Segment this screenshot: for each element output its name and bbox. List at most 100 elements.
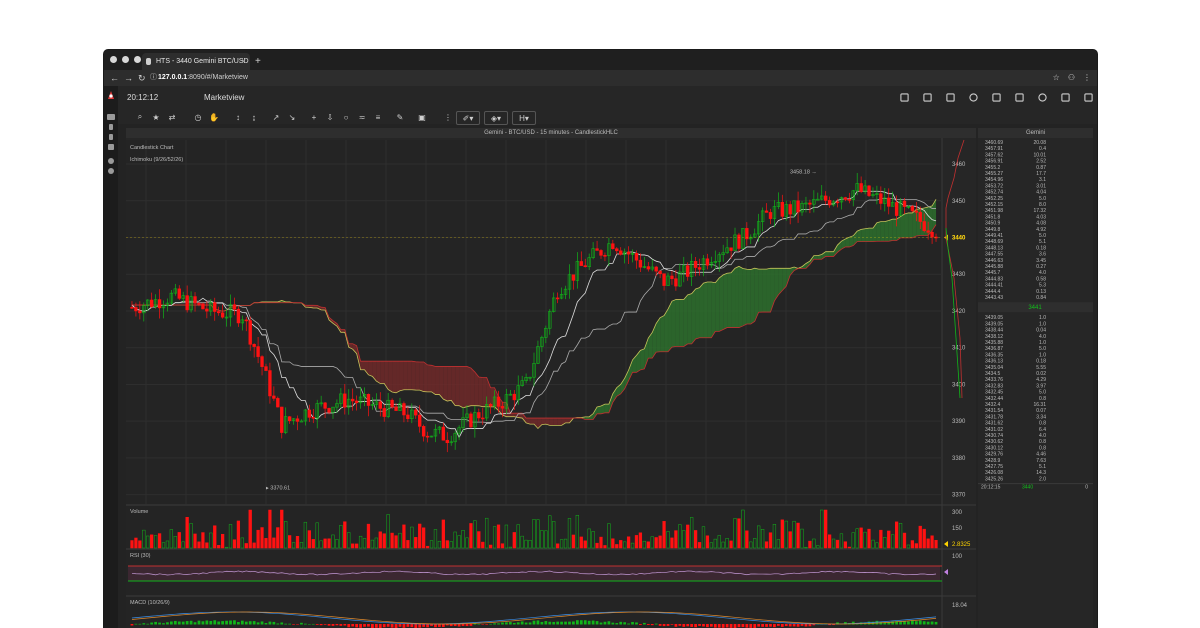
pen-icon[interactable]: ✎ <box>392 111 408 123</box>
volume-label: Volume <box>130 509 148 515</box>
orderbook-table[interactable]: 3460.69 20.08 3457.91 0.4 3457.62 10.01 3456.9… <box>978 138 1093 628</box>
video-icon[interactable]: ▣ <box>414 111 430 123</box>
price-chart[interactable]: 3460345034403430342034103400339033803370… <box>126 138 976 628</box>
volume-bar <box>150 534 154 549</box>
browser-menu-icon[interactable]: ⋮ <box>1083 72 1091 84</box>
add-label-icon[interactable]: ↨ <box>246 111 262 123</box>
macd-histogram-bar <box>201 621 205 625</box>
inbox-icon[interactable] <box>1061 93 1070 102</box>
orderbook-panel[interactable]: Gemini 3460.69 20.08 3457.91 0.4 3457.62 10.0… <box>978 128 1093 628</box>
macd-histogram-bar <box>737 624 741 628</box>
volume-bar <box>236 520 241 549</box>
favorite-star-icon[interactable]: ★ <box>148 111 164 123</box>
ichimoku-cloud-segment <box>419 361 424 392</box>
macd-histogram-bar <box>666 624 670 626</box>
trendline-icon[interactable]: ≂ <box>354 111 370 123</box>
macd-histogram-bar <box>280 622 284 625</box>
macd-histogram-bar <box>248 621 252 625</box>
macd-histogram-bar <box>804 624 808 627</box>
bid-qty: 0.04 <box>1036 328 1046 334</box>
fill-dropdown[interactable]: ◈▾ <box>484 111 508 125</box>
ichimoku-cloud-segment <box>703 282 708 338</box>
close-window-button[interactable] <box>110 56 117 63</box>
tag-icon[interactable] <box>923 93 932 102</box>
crosshair-icon[interactable]: + <box>306 111 322 123</box>
monitor-icon[interactable] <box>107 114 115 120</box>
send-icon[interactable] <box>992 93 1001 102</box>
macd-histogram-bar <box>166 622 169 625</box>
brush-dropdown[interactable]: ✐▾ <box>456 111 480 125</box>
layout-icon[interactable] <box>946 93 955 102</box>
forward-icon[interactable]: → <box>124 72 133 84</box>
ask-qty: 0.18 <box>1036 245 1046 251</box>
user-icon[interactable] <box>108 158 114 164</box>
candle-body <box>414 409 418 416</box>
clock-icon[interactable]: ◷ <box>190 111 206 123</box>
volume-bar <box>311 539 315 549</box>
bell-icon[interactable] <box>969 93 978 102</box>
tab-close-icon[interactable]: × <box>241 53 246 70</box>
ichimoku-cloud-segment <box>427 364 432 392</box>
minimize-window-button[interactable] <box>122 56 129 63</box>
volume-bar <box>599 536 603 549</box>
buy-arrow-icon[interactable]: ↗ <box>268 111 284 123</box>
url-field[interactable]: 127.0.0.1:8090/#/Marketview <box>158 72 248 84</box>
map-icon[interactable] <box>900 93 909 102</box>
new-tab-button[interactable]: + <box>255 53 261 70</box>
candle-body <box>658 270 662 275</box>
swap-icon[interactable]: ⇄ <box>164 111 180 123</box>
ask-price: 3445.88 <box>985 264 1003 270</box>
macd-histogram-bar <box>493 623 496 625</box>
pin-icon[interactable] <box>109 124 113 130</box>
bookmark-star-icon[interactable]: ☆ <box>1053 72 1060 84</box>
macd-histogram-bar <box>607 621 611 625</box>
volume-bar <box>638 532 643 549</box>
volume-bar <box>355 543 359 549</box>
candle-body <box>922 221 926 232</box>
macd-histogram-bar <box>402 624 406 628</box>
volume-bar <box>272 537 276 549</box>
reload-icon[interactable]: ↻ <box>138 72 146 84</box>
bid-price: 3432.4 <box>985 402 1001 408</box>
history-icon[interactable] <box>1038 93 1047 102</box>
macd-histogram-bar <box>185 621 189 625</box>
candle-body <box>421 426 426 437</box>
macd-histogram-bar <box>481 624 485 625</box>
macd-histogram-bar <box>639 624 642 625</box>
candle-body <box>477 412 481 419</box>
sell-arrow-icon[interactable]: ↘ <box>284 111 300 123</box>
macd-histogram-bar <box>268 621 272 625</box>
ask-price: 3452.74 <box>985 190 1003 196</box>
connect-icon[interactable] <box>108 144 114 150</box>
macd-histogram-bar <box>418 624 422 628</box>
logout-icon[interactable] <box>1084 93 1093 102</box>
macd-histogram-bar <box>378 624 382 628</box>
ask-price: 3449.8 <box>985 227 1001 233</box>
ichimoku-cloud-segment <box>869 228 873 242</box>
volume-bar <box>295 535 300 549</box>
coins-icon[interactable] <box>1015 93 1024 102</box>
add-marker-icon[interactable]: ↕ <box>230 111 246 123</box>
macd-histogram-bar <box>595 621 599 625</box>
more-vertical-icon[interactable]: ⋮ <box>440 111 456 123</box>
extension-icon[interactable]: ⚇ <box>1068 72 1075 84</box>
candle-body <box>425 435 430 438</box>
bid-price: 3439.05 <box>985 315 1003 321</box>
macd-histogram-bar <box>213 620 217 625</box>
arrow-down-icon[interactable]: ⇩ <box>322 111 338 123</box>
candle-body <box>488 404 493 407</box>
fibonacci-icon[interactable]: ≡ <box>370 111 386 123</box>
hand-icon[interactable]: ✋ <box>206 111 222 123</box>
maximize-window-button[interactable] <box>134 56 141 63</box>
heading-dropdown[interactable]: H▾ <box>512 111 536 125</box>
circle-icon[interactable]: ○ <box>338 111 354 123</box>
bulb-icon[interactable] <box>109 134 113 140</box>
chart-panel[interactable]: Gemini - BTC/USD - 15 minutes - Candlest… <box>126 128 976 628</box>
browser-tab[interactable]: HTS - 3440 Gemini BTC/USD × <box>142 53 250 70</box>
settings-icon[interactable] <box>108 168 114 174</box>
ichimoku-cloud-segment <box>762 269 767 313</box>
back-icon[interactable]: ← <box>110 72 119 84</box>
search-icon[interactable]: ⌕ <box>132 111 148 123</box>
macd-label: MACD (10/26/9) <box>130 600 170 606</box>
candle-body <box>256 346 260 357</box>
